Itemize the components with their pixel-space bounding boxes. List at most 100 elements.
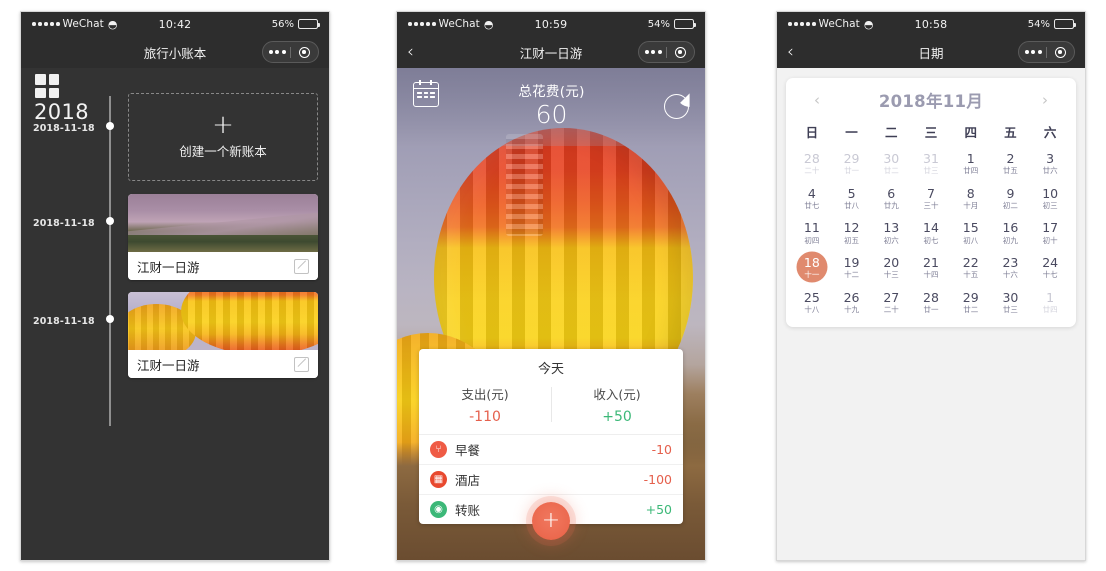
wifi-icon: ◓ [483,17,494,31]
list-body: 2018 2018-11-18 + 创建一个新账本 2018-11-18 江财一… [21,68,329,560]
edit-icon[interactable] [294,258,309,274]
income-value: +50 [602,409,632,425]
calendar-day-number: 3 [1046,151,1055,166]
calendar-day[interactable]: 19 十二 [832,252,872,283]
nav-bar: 旅行小账本 [21,36,329,68]
book-thumbnail-dune [128,194,318,252]
calendar-day-number: 9 [1006,185,1015,201]
calendar-day[interactable]: 14 初七 [911,217,951,248]
status-bar: WeChat ◓ 10:59 54% [397,12,705,36]
calendar-day[interactable]: 16 初九 [991,217,1031,248]
calendar-day[interactable]: 5 廿八 [832,183,872,214]
pie-chart-icon[interactable] [664,94,689,119]
wifi-icon: ◓ [863,17,874,31]
list-item[interactable]: 江财一日游 [128,292,318,378]
add-record-button[interactable]: + [532,502,570,540]
hotel-icon: ▦ [430,471,447,488]
prev-month-button[interactable]: ‹ [804,92,830,108]
income-column: 收入(元) +50 [551,384,683,425]
calendar-day[interactable]: 11 初四 [792,217,832,248]
calendar-day[interactable]: 17 初十 [1030,217,1070,248]
calendar-day[interactable]: 10 初三 [1030,183,1070,214]
calendar-day-number: 24 [1042,254,1059,270]
create-account-book-button[interactable]: + 创建一个新账本 [128,93,318,181]
calendar-day-number: 11 [803,220,820,236]
calendar-day-number: 10 [1042,185,1059,201]
calendar-day[interactable]: 2 廿五 [991,148,1031,179]
calendar-day-number: 23 [1002,254,1019,270]
calendar-day-lunar: 初三 [1042,201,1058,210]
target-circle-icon[interactable] [667,46,693,58]
calendar-day[interactable]: 30 廿二 [871,148,911,179]
calendar-day[interactable]: 12 初五 [832,217,872,248]
status-battery-group: 56% [272,19,320,30]
calendar-day[interactable]: 18 十一 [792,251,832,283]
nav-bar: ‹ 日期 [777,36,1085,68]
calendar-day-lunar: 二十 [883,304,899,314]
table-row[interactable]: ⑂ 早餐 -10 [419,435,683,465]
status-bar: WeChat ◓ 10:42 56% [21,12,329,36]
back-button[interactable]: ‹ [407,43,425,61]
list-item[interactable]: 江财一日游 [128,194,318,280]
timeline-dot [105,217,114,225]
calendar-day-lunar: 初七 [923,235,939,245]
calendar-day-lunar: 十五 [963,270,979,280]
next-month-button[interactable]: › [1032,92,1058,108]
weekday-header-row: 日 一 二 三 四 五 六 [792,120,1070,148]
calendar-day[interactable]: 30 廿三 [991,287,1031,318]
back-button[interactable]: ‹ [787,43,805,61]
target-circle-icon[interactable] [1047,46,1073,58]
calendar-day[interactable]: 28 廿一 [911,287,951,318]
phone-account-book-list: WeChat ◓ 10:42 56% 旅行小账本 2018 2018-11-18… [20,11,330,561]
calendar-day-lunar: 廿五 [1002,166,1018,176]
book-thumbnail-balloon [128,292,318,350]
table-row[interactable]: ▦ 酒店 -100 [419,465,683,495]
target-circle-icon[interactable] [291,46,317,58]
edit-icon[interactable] [294,356,309,372]
calendar-day-number: 1 [1046,289,1055,305]
calendar-day[interactable]: 22 十五 [951,252,991,283]
timeline-dot [105,122,114,130]
calendar-day[interactable]: 3 廿六 [1030,148,1070,179]
battery-percent-label: 54% [1027,18,1050,30]
calendar-day[interactable]: 25 十八 [792,287,832,318]
calendar-day[interactable]: 8 十月 [951,183,991,214]
timeline-date: 2018-11-18 [33,316,95,327]
calendar-day-lunar: 十六 [1002,270,1018,280]
calendar-day[interactable]: 7 三十 [911,183,951,214]
summary-columns: 支出(元) -110 收入(元) +50 [419,384,683,435]
calendar-day[interactable]: 4 廿七 [792,183,832,214]
calendar-day[interactable]: 9 初二 [991,183,1031,214]
calendar-day-lunar: 十一 [804,270,820,280]
calendar-day[interactable]: 29 廿一 [832,148,872,179]
calendar-day-lunar: 廿四 [963,166,979,176]
calendar-day[interactable]: 1 廿四 [1030,287,1070,318]
calendar-day[interactable]: 27 二十 [871,287,911,318]
calendar-day[interactable]: 21 十四 [911,252,951,283]
calendar-day[interactable]: 6 廿九 [871,183,911,214]
transaction-amount: +50 [645,502,672,517]
calendar-day-lunar: 初九 [1002,235,1018,245]
calendar-day[interactable]: 31 廿三 [911,148,951,179]
calendar-day[interactable]: 29 廿二 [951,287,991,318]
calendar-day-lunar: 廿八 [844,201,860,210]
calendar-icon[interactable] [413,79,439,107]
calendar-day[interactable]: 26 十九 [832,287,872,318]
timeline-axis [109,96,111,426]
calendar-day[interactable]: 23 十六 [991,252,1031,283]
calendar-day-lunar: 十二 [844,270,860,280]
more-dots-icon[interactable] [640,50,666,54]
weekday-label: 三 [924,125,938,140]
calendar-day[interactable]: 20 十三 [871,252,911,283]
calendar-day[interactable]: 1 廿四 [951,148,991,179]
calendar-day[interactable]: 24 十七 [1030,252,1070,283]
grid-icon[interactable] [35,74,59,98]
calendar-day[interactable]: 28 二十 [792,148,832,179]
calendar-day-number: 19 [843,254,860,270]
calendar-day[interactable]: 15 初八 [951,217,991,248]
calendar-day[interactable]: 13 初六 [871,217,911,248]
more-dots-icon[interactable] [1020,50,1046,54]
calendar-day-lunar: 廿三 [923,166,939,176]
calendar-day-number: 17 [1042,220,1059,236]
more-dots-icon[interactable] [264,50,290,54]
